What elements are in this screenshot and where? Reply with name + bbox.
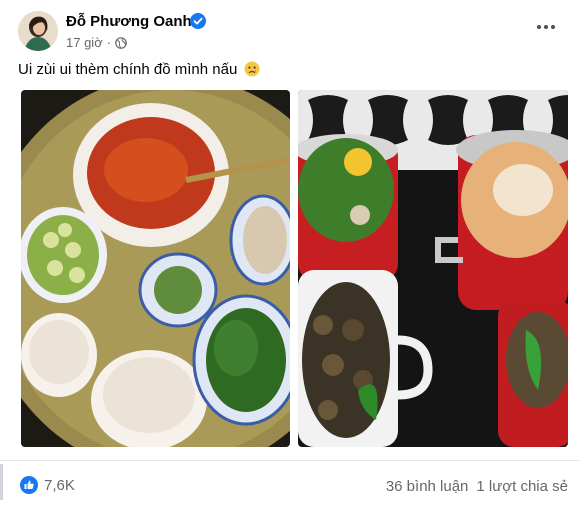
more-dot <box>551 25 555 29</box>
post-photo-2[interactable] <box>298 90 568 447</box>
reactions-count: 7,6K <box>44 476 75 494</box>
meta-separator: · <box>106 35 112 50</box>
post-photo-1[interactable] <box>21 90 290 447</box>
sad-face-emoji-icon <box>244 61 260 77</box>
more-options-button[interactable] <box>532 17 560 37</box>
post-meta: 17 giờ · <box>66 35 127 50</box>
globe-icon[interactable] <box>115 36 127 49</box>
like-icon <box>20 476 38 494</box>
post-caption: Ui zùi ui thèm chính đồ mình nấu <box>18 61 260 78</box>
left-accent-bar <box>0 464 3 500</box>
more-dot <box>537 25 541 29</box>
comments-count[interactable]: 36 bình luận <box>386 478 469 495</box>
verified-badge-icon <box>190 13 206 29</box>
footer-divider <box>0 460 580 461</box>
post-header: Đỗ Phương Oanh 17 giờ · <box>18 9 566 53</box>
reactions-summary[interactable]: 7,6K <box>20 476 75 494</box>
avatar[interactable] <box>18 11 58 51</box>
more-dot <box>544 25 548 29</box>
post-time[interactable]: 17 giờ <box>66 35 103 50</box>
caption-text: Ui zùi ui thèm chính đồ mình nấu <box>18 61 238 78</box>
shares-count[interactable]: 1 lượt chia sẻ <box>476 478 568 495</box>
engagement-stats: 36 bình luận 1 lượt chia sẻ <box>386 478 568 495</box>
author-name[interactable]: Đỗ Phương Oanh <box>66 13 192 30</box>
